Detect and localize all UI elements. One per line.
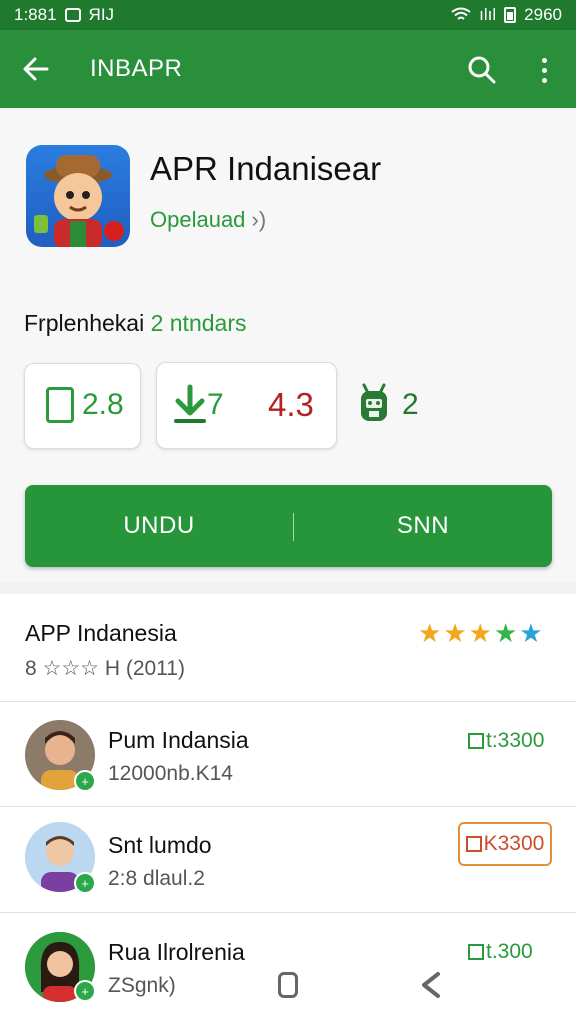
list-header-subtitle: 8 ☆☆☆ H (2011) xyxy=(25,657,185,680)
battery-text: 2960 xyxy=(524,5,562,24)
online-badge: + xyxy=(74,770,96,792)
status-time: 1:881 xyxy=(14,5,57,24)
list-header-title: APP Indanesia xyxy=(25,620,177,646)
checkbox-icon xyxy=(468,733,484,749)
star-icon: ★ xyxy=(519,618,543,648)
price-value: t.300 xyxy=(486,940,533,963)
stat-android-value: 2 xyxy=(402,388,419,421)
app-status-text: Opelauad xyxy=(150,207,246,232)
star-icon: ★ xyxy=(418,618,442,648)
status-label: ЯIJ xyxy=(88,5,115,24)
rating-line-accent: 2 ntndars xyxy=(150,310,247,336)
price-tag[interactable]: t.300 xyxy=(468,940,533,964)
app-mascot-icon xyxy=(34,155,124,247)
app-bar: INBAPR xyxy=(0,30,576,108)
home-icon[interactable] xyxy=(278,972,298,998)
app-status: Opelauad ›) xyxy=(150,207,266,233)
battery-icon xyxy=(504,7,517,23)
star-icon: ★ xyxy=(468,618,492,648)
item-subtitle: 12000nb.K14 xyxy=(108,762,233,785)
android-icon xyxy=(361,383,387,421)
secondary-action-button[interactable]: SNN xyxy=(294,485,552,567)
item-subtitle: ZSgnk) xyxy=(108,974,176,997)
rating-stars: ★ ★ ★ ★ ★ xyxy=(418,620,543,646)
divider xyxy=(0,701,576,702)
app-bar-title: INBAPR xyxy=(90,55,183,82)
stat-rating-value: 4.3 xyxy=(268,386,314,423)
star-icon: ★ xyxy=(493,618,518,648)
checkbox-icon xyxy=(468,944,484,960)
divider xyxy=(0,912,576,913)
stat-size-value: 2.8 xyxy=(82,388,124,421)
more-vert-icon[interactable] xyxy=(528,52,560,88)
star-icon: ★ xyxy=(443,618,467,648)
item-name[interactable]: Snt lumdo xyxy=(108,832,212,859)
app-rating-line: Frplenhekai 2 ntndars xyxy=(24,310,246,337)
app-name: APR Indanisear xyxy=(150,150,382,187)
price-value: K3300 xyxy=(483,832,545,855)
status-bar: 1:881 ЯIJ ılıl 2960 xyxy=(0,0,576,30)
item-name[interactable]: Rua Ilrolrenia xyxy=(108,939,245,966)
back-icon[interactable] xyxy=(416,970,446,1000)
online-badge: + xyxy=(74,872,96,894)
rating-line-prefix: Frplenhekai xyxy=(24,310,145,336)
app-status-suffix: ›) xyxy=(251,207,267,232)
item-name[interactable]: Pum Indansia xyxy=(108,727,249,754)
search-button[interactable] xyxy=(462,50,502,90)
stat-downloads-value: 7 xyxy=(207,388,224,421)
phone-icon xyxy=(46,387,74,423)
price-tag-selected[interactable]: K3300 xyxy=(458,822,552,866)
gallery-icon xyxy=(64,8,81,22)
price-tag[interactable]: t:3300 xyxy=(468,729,544,753)
install-button[interactable]: UNDU xyxy=(25,485,293,567)
app-icon xyxy=(26,145,130,247)
arrow-left-icon xyxy=(23,57,49,81)
search-icon xyxy=(468,56,496,84)
download-icon xyxy=(174,384,206,423)
wifi-icon xyxy=(451,7,471,20)
item-subtitle: 2:8 dlaul.2 xyxy=(108,867,205,890)
back-button[interactable] xyxy=(0,30,72,108)
checkbox-icon xyxy=(465,836,482,852)
price-value: t:3300 xyxy=(486,729,545,752)
divider xyxy=(0,806,576,807)
signal-icon: ılıl xyxy=(479,5,497,24)
online-badge: + xyxy=(74,980,96,1002)
